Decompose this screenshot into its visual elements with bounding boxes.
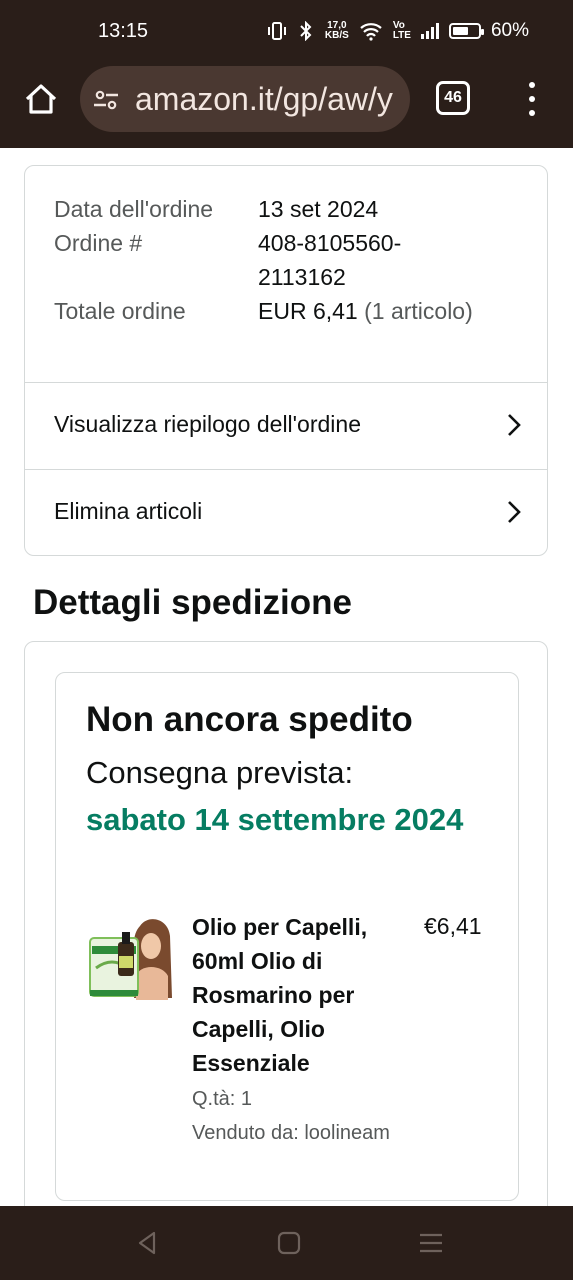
- recents-icon[interactable]: [417, 1229, 445, 1257]
- section-title: Dettagli spedizione: [33, 583, 352, 622]
- order-number-label: Ordine #: [54, 230, 143, 256]
- product-quantity: Q.tà: 1: [192, 1088, 253, 1110]
- chevron-right-icon: [508, 414, 521, 436]
- more-options-icon[interactable]: [522, 82, 542, 116]
- url-text[interactable]: amazon.it/gp/aw/y: [135, 81, 393, 118]
- order-total: EUR 6,41 (1 articolo): [258, 294, 518, 328]
- product-title[interactable]: Olio per Capelli, 60ml Olio di Rosmarino…: [192, 910, 412, 1080]
- delivery-label: Consegna prevista:: [86, 755, 354, 790]
- battery-percent: 60%: [490, 20, 529, 41]
- delete-items-label: Elimina articoli: [54, 498, 203, 524]
- battery-level: [452, 27, 468, 35]
- page-content: Data dell'ordine 13 set 2024 Ordine # 40…: [0, 148, 573, 1206]
- status-icons: 17,0 KB/S Vo LTE 60%: [267, 20, 529, 42]
- home-nav-icon[interactable]: [275, 1229, 303, 1257]
- battery-icon: [448, 23, 484, 39]
- view-order-summary-link[interactable]: Visualizza riepilogo dell'ordine: [25, 382, 547, 470]
- url-bar[interactable]: amazon.it/gp/aw/y: [80, 66, 410, 132]
- order-info-card: Data dell'ordine 13 set 2024 Ordine # 40…: [24, 165, 548, 556]
- order-item-count: (1 articolo): [364, 298, 473, 324]
- product-seller: Venduto da: loolineam: [192, 1122, 390, 1144]
- chevron-right-icon: [508, 501, 521, 523]
- volte-indicator: Vo LTE: [392, 20, 411, 41]
- order-date-label: Data dell'ordine: [54, 196, 214, 222]
- network-speed: 17,0 KB/S: [324, 20, 349, 41]
- order-number-value: 408-8105560-2113162: [258, 230, 402, 290]
- product-price: €6,41: [424, 913, 482, 939]
- vibrate-icon: [267, 22, 286, 40]
- shipment-status: Non ancora spedito: [86, 700, 413, 739]
- shipment-card: Non ancora spedito Consegna prevista: sa…: [24, 641, 548, 1206]
- product-image[interactable]: [88, 916, 172, 1000]
- wifi-icon: [360, 23, 382, 41]
- tab-switcher-button[interactable]: 46: [436, 81, 470, 115]
- back-icon[interactable]: [134, 1229, 162, 1257]
- browser-toolbar: amazon.it/gp/aw/y 46: [0, 64, 573, 148]
- order-total-value: EUR 6,41: [258, 298, 358, 324]
- status-bar: 13:15 17,0 KB/S Vo LTE 60%: [0, 0, 573, 64]
- site-settings-icon[interactable]: [92, 86, 120, 114]
- shipment-box: Non ancora spedito Consegna prevista: sa…: [55, 672, 519, 1201]
- order-date-value: 13 set 2024: [258, 196, 379, 222]
- signal-icon: [420, 23, 439, 39]
- system-nav-bar: [0, 1206, 573, 1280]
- bluetooth-icon: [300, 21, 312, 41]
- delete-items-link[interactable]: Elimina articoli: [25, 469, 547, 557]
- order-details: Data dell'ordine 13 set 2024 Ordine # 40…: [54, 192, 518, 328]
- home-icon[interactable]: [22, 80, 60, 118]
- status-time: 13:15: [98, 20, 149, 42]
- view-order-summary-label: Visualizza riepilogo dell'ordine: [54, 411, 361, 437]
- order-total-label: Totale ordine: [54, 298, 186, 324]
- delivery-date: sabato 14 settembre 2024: [86, 802, 464, 837]
